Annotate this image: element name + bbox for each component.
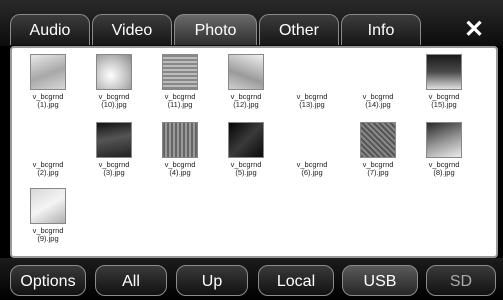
file-extension: (8).jpg — [433, 168, 455, 177]
file-item[interactable]: v_bcgrnd (10).jpg — [84, 54, 144, 109]
file-item[interactable]: v_bcgrnd (3).jpg — [84, 122, 144, 177]
file-extension: (14).jpg — [365, 100, 391, 109]
image-thumbnail — [96, 54, 132, 90]
file-extension: (6).jpg — [301, 168, 323, 177]
file-extension: (10).jpg — [101, 100, 127, 109]
file-extension: (13).jpg — [299, 100, 325, 109]
image-thumbnail — [426, 122, 462, 158]
file-item[interactable]: v_bcgrnd (5).jpg — [216, 122, 276, 177]
tab-audio[interactable]: Audio — [10, 14, 90, 45]
file-extension: (7).jpg — [367, 168, 389, 177]
all-button[interactable]: All — [95, 265, 167, 296]
close-icon[interactable]: ✕ — [459, 15, 489, 45]
image-thumbnail — [294, 54, 330, 90]
file-extension: (11).jpg — [167, 100, 193, 109]
image-thumbnail — [162, 122, 198, 158]
file-extension: (4).jpg — [169, 168, 191, 177]
image-thumbnail — [30, 54, 66, 90]
file-item[interactable]: v_bcgrnd (14).jpg — [348, 54, 408, 109]
file-grid: v_bcgrnd (1).jpg v_bcgrnd (10).jpg v_bcg… — [10, 46, 498, 258]
tab-video[interactable]: Video — [92, 14, 172, 45]
file-item[interactable]: v_bcgrnd (7).jpg — [348, 122, 408, 177]
tab-other[interactable]: Other — [259, 14, 339, 45]
file-extension: (2).jpg — [37, 168, 59, 177]
tab-photo[interactable]: Photo — [174, 14, 257, 45]
file-item[interactable]: v_bcgrnd (1).jpg — [18, 54, 78, 109]
image-thumbnail — [96, 122, 132, 158]
up-button[interactable]: Up — [176, 265, 248, 296]
image-thumbnail — [162, 54, 198, 90]
file-item[interactable]: v_bcgrnd (6).jpg — [282, 122, 342, 177]
file-item[interactable]: v_bcgrnd (11).jpg — [150, 54, 210, 109]
bottom-toolbar: Options All Up Local USB SD — [0, 258, 503, 300]
image-thumbnail — [228, 54, 264, 90]
file-item[interactable]: v_bcgrnd (13).jpg — [282, 54, 342, 109]
image-thumbnail — [228, 122, 264, 158]
image-thumbnail — [426, 54, 462, 90]
file-item[interactable]: v_bcgrnd (8).jpg — [414, 122, 474, 177]
tab-info[interactable]: Info — [341, 14, 421, 45]
options-button[interactable]: Options — [10, 265, 86, 296]
file-extension: (5).jpg — [235, 168, 257, 177]
file-extension: (12).jpg — [233, 100, 259, 109]
sd-button[interactable]: SD — [426, 265, 496, 296]
file-item[interactable]: v_bcgrnd (12).jpg — [216, 54, 276, 109]
file-extension: (3).jpg — [103, 168, 125, 177]
top-tab-bar: Audio Video Photo Other Info ✕ — [0, 0, 503, 46]
image-thumbnail — [360, 54, 396, 90]
file-extension: (15).jpg — [431, 100, 457, 109]
file-extension: (9).jpg — [37, 234, 59, 243]
local-button[interactable]: Local — [258, 265, 334, 296]
image-thumbnail — [294, 122, 330, 158]
usb-button[interactable]: USB — [342, 265, 418, 296]
file-extension: (1).jpg — [37, 100, 59, 109]
file-item[interactable]: v_bcgrnd (9).jpg — [18, 188, 78, 243]
file-item[interactable]: v_bcgrnd (4).jpg — [150, 122, 210, 177]
image-thumbnail — [30, 188, 66, 224]
image-thumbnail — [360, 122, 396, 158]
file-item[interactable]: v_bcgrnd (15).jpg — [414, 54, 474, 109]
file-item[interactable]: v_bcgrnd (2).jpg — [18, 122, 78, 177]
image-thumbnail — [30, 122, 66, 158]
